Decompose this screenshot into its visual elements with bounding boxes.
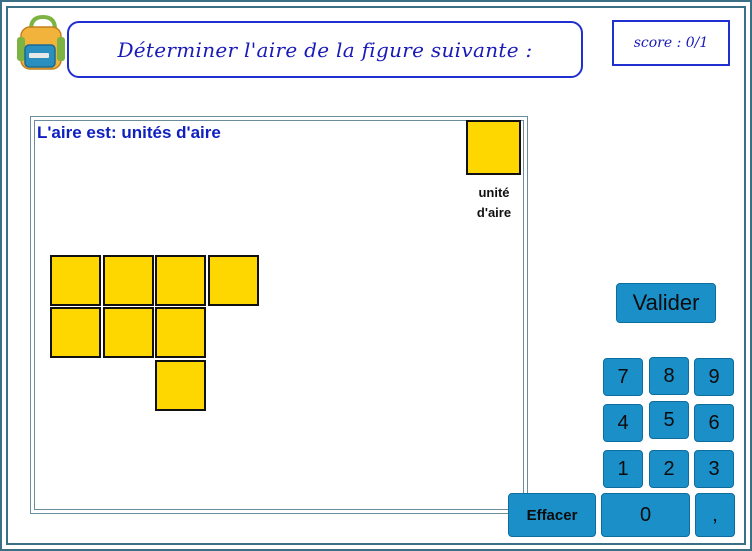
- key-6[interactable]: 6: [694, 404, 734, 442]
- validate-button[interactable]: Valider: [616, 283, 716, 323]
- figure-square: [50, 307, 101, 358]
- score-box: score : 0/1: [612, 20, 730, 66]
- answer-line: L'aire est: unités d'aire: [37, 123, 221, 143]
- key-comma[interactable]: ,: [695, 493, 735, 537]
- figure-square: [155, 360, 206, 411]
- key-2[interactable]: 2: [649, 450, 689, 488]
- key-7[interactable]: 7: [603, 358, 643, 396]
- unit-square: [466, 120, 521, 175]
- page-title: Déterminer l'aire de la figure suivante …: [117, 37, 533, 62]
- key-3[interactable]: 3: [694, 450, 734, 488]
- key-1[interactable]: 1: [603, 450, 643, 488]
- unit-caption: unité d'aire: [461, 183, 527, 223]
- unit-caption-line2: d'aire: [476, 205, 512, 220]
- key-9[interactable]: 9: [694, 358, 734, 396]
- figure-square: [155, 307, 206, 358]
- key-4[interactable]: 4: [603, 404, 643, 442]
- key-0[interactable]: 0: [601, 493, 690, 537]
- answer-label: L'aire est:: [37, 123, 117, 142]
- figure-square: [103, 255, 154, 306]
- key-8[interactable]: 8: [649, 357, 689, 395]
- clear-button[interactable]: Effacer: [508, 493, 596, 537]
- figure-square: [155, 255, 206, 306]
- unit-caption-line1: unité: [478, 185, 510, 200]
- work-panel: L'aire est: unités d'aire unité d'aire: [30, 116, 528, 514]
- backpack-icon: [17, 15, 65, 70]
- figure-square: [208, 255, 259, 306]
- figure-square: [50, 255, 101, 306]
- score-label: score : 0/1: [633, 35, 709, 51]
- figure-square: [103, 307, 154, 358]
- instruction-box: Déterminer l'aire de la figure suivante …: [67, 21, 583, 78]
- key-5[interactable]: 5: [649, 401, 689, 439]
- answer-unit: unités d'aire: [121, 123, 221, 142]
